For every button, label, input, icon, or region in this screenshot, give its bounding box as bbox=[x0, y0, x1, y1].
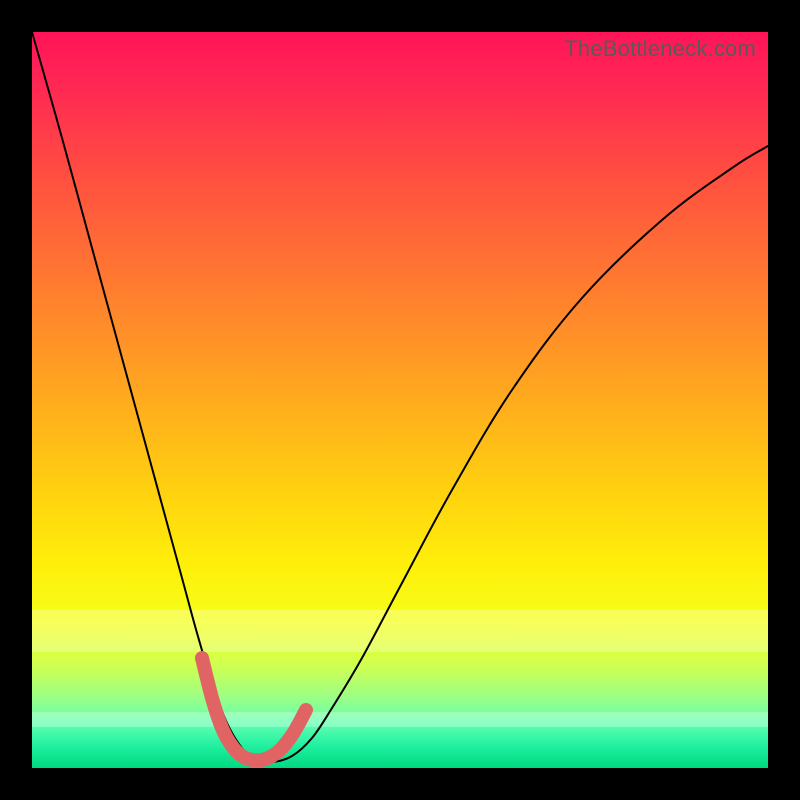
main-curve bbox=[32, 32, 768, 762]
curve-svg bbox=[32, 32, 768, 768]
plot-area: TheBottleneck.com bbox=[32, 32, 768, 768]
chart-container: TheBottleneck.com bbox=[0, 0, 800, 800]
highlight-curve bbox=[202, 658, 306, 761]
